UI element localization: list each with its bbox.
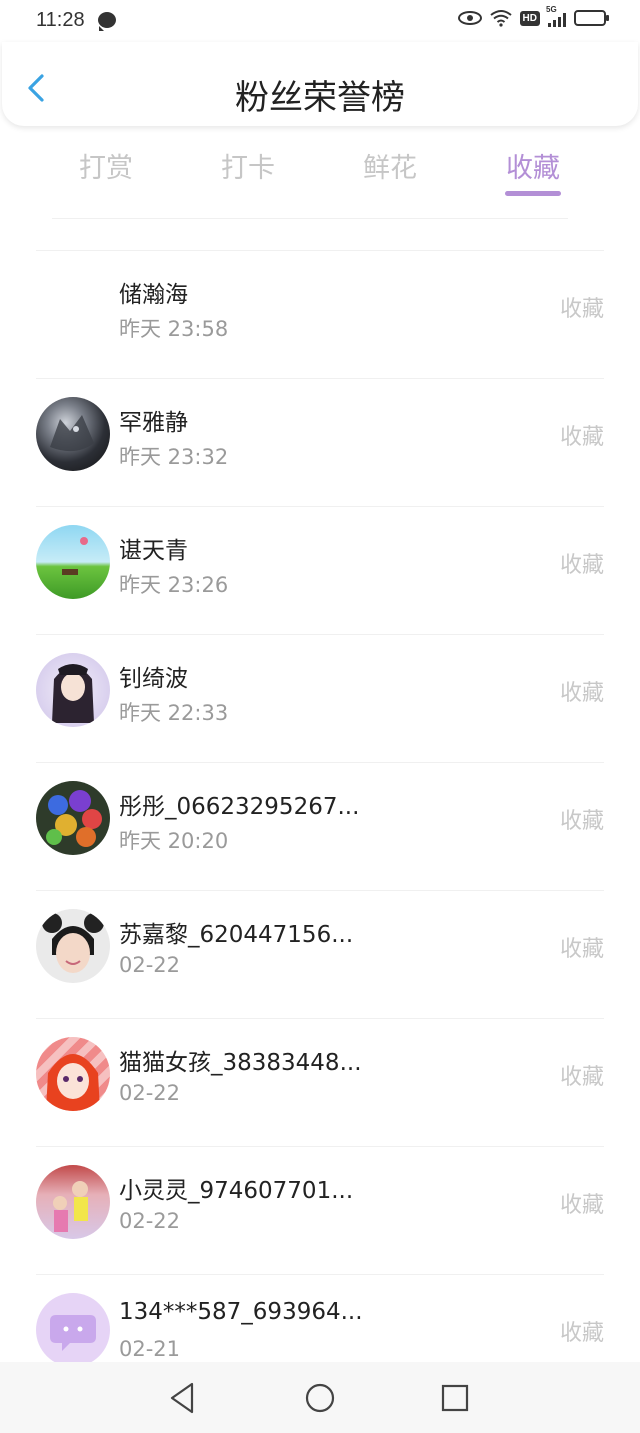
timestamp: 02-22 — [119, 953, 181, 977]
user-name: 苏嘉黎_620447156... — [119, 922, 354, 948]
tab-bar: 打赏 打卡 鲜花 收藏 — [0, 140, 640, 204]
page-title: 粉丝荣誉榜 — [235, 78, 405, 118]
system-nav-bar — [0, 1362, 640, 1433]
avatar[interactable] — [36, 525, 110, 599]
avatar[interactable] — [36, 1165, 110, 1239]
avatar[interactable] — [36, 781, 110, 855]
avatar[interactable] — [36, 909, 110, 983]
list-item[interactable]: 小灵灵_974607701... 02-22 收藏 — [36, 1146, 604, 1274]
battery-icon — [574, 10, 609, 26]
action-label: 收藏 — [559, 297, 604, 322]
tab-flowers[interactable]: 鲜花 — [330, 146, 450, 185]
action-label: 收藏 — [559, 1193, 604, 1218]
tab-tip[interactable]: 打赏 — [46, 146, 166, 185]
list-item[interactable]: 罕雅静 昨天 23:32 收藏 — [36, 378, 604, 506]
user-name: 储瀚海 — [119, 282, 188, 308]
eye-icon — [457, 11, 482, 25]
action-label: 收藏 — [559, 1065, 604, 1090]
chat-bubble-icon — [50, 1315, 96, 1351]
fan-list: 储瀚海 昨天 23:58 收藏 罕雅静 昨天 23:32 收藏 谌天青 昨天 2… — [0, 250, 640, 1402]
action-label: 收藏 — [559, 425, 604, 450]
user-name: 彤彤_06623295267... — [119, 794, 360, 820]
status-icons: HD 5G — [457, 5, 609, 27]
action-label: 收藏 — [559, 937, 604, 962]
action-label: 收藏 — [559, 1321, 604, 1346]
timestamp: 02-21 — [119, 1337, 181, 1361]
message-notification-icon — [98, 12, 116, 31]
wifi-icon — [489, 10, 512, 27]
signal-icon: 5G — [546, 5, 566, 27]
timestamp: 昨天 22:33 — [119, 701, 229, 725]
tab-favorites[interactable]: 收藏 — [473, 146, 593, 185]
nav-recents-icon[interactable] — [437, 1380, 473, 1416]
action-label: 收藏 — [559, 681, 604, 706]
list-item[interactable]: 储瀚海 昨天 23:58 收藏 — [36, 250, 604, 378]
timestamp: 昨天 23:58 — [119, 317, 229, 341]
user-name: 小灵灵_974607701... — [119, 1178, 354, 1204]
avatar[interactable] — [36, 1037, 110, 1111]
user-name: 谌天青 — [119, 538, 188, 564]
avatar[interactable] — [36, 653, 110, 727]
action-label: 收藏 — [559, 809, 604, 834]
user-name: 猫猫女孩_38383448... — [119, 1050, 362, 1076]
timestamp: 昨天 23:26 — [119, 573, 229, 597]
status-bar: 11:28 HD 5G — [0, 0, 640, 44]
divider — [52, 218, 568, 219]
list-item[interactable]: 苏嘉黎_620447156... 02-22 收藏 — [36, 890, 604, 1018]
nav-back-icon[interactable] — [166, 1380, 202, 1416]
user-name: 罕雅静 — [119, 410, 188, 436]
user-name: 钊绮波 — [119, 666, 188, 692]
list-item[interactable]: 猫猫女孩_38383448... 02-22 收藏 — [36, 1018, 604, 1146]
hd-badge: HD — [519, 10, 540, 26]
nav-home-icon[interactable] — [302, 1380, 338, 1416]
list-item[interactable]: 谌天青 昨天 23:26 收藏 — [36, 506, 604, 634]
avatar[interactable] — [36, 1293, 110, 1367]
network-type: 5G — [546, 5, 557, 14]
timestamp: 昨天 23:32 — [119, 445, 229, 469]
active-tab-indicator — [505, 191, 561, 196]
status-time: 11:28 — [36, 9, 85, 31]
user-name: 134***587_693964... — [119, 1299, 363, 1325]
timestamp: 02-22 — [119, 1209, 181, 1233]
timestamp: 02-22 — [119, 1081, 181, 1105]
tab-checkin[interactable]: 打卡 — [188, 146, 308, 185]
list-item[interactable]: 钊绮波 昨天 22:33 收藏 — [36, 634, 604, 762]
avatar[interactable] — [36, 397, 110, 471]
action-label: 收藏 — [559, 553, 604, 578]
timestamp: 昨天 20:20 — [119, 829, 229, 853]
top-app-bar: 粉丝荣誉榜 — [2, 42, 638, 126]
list-item[interactable]: 彤彤_06623295267... 昨天 20:20 收藏 — [36, 762, 604, 890]
